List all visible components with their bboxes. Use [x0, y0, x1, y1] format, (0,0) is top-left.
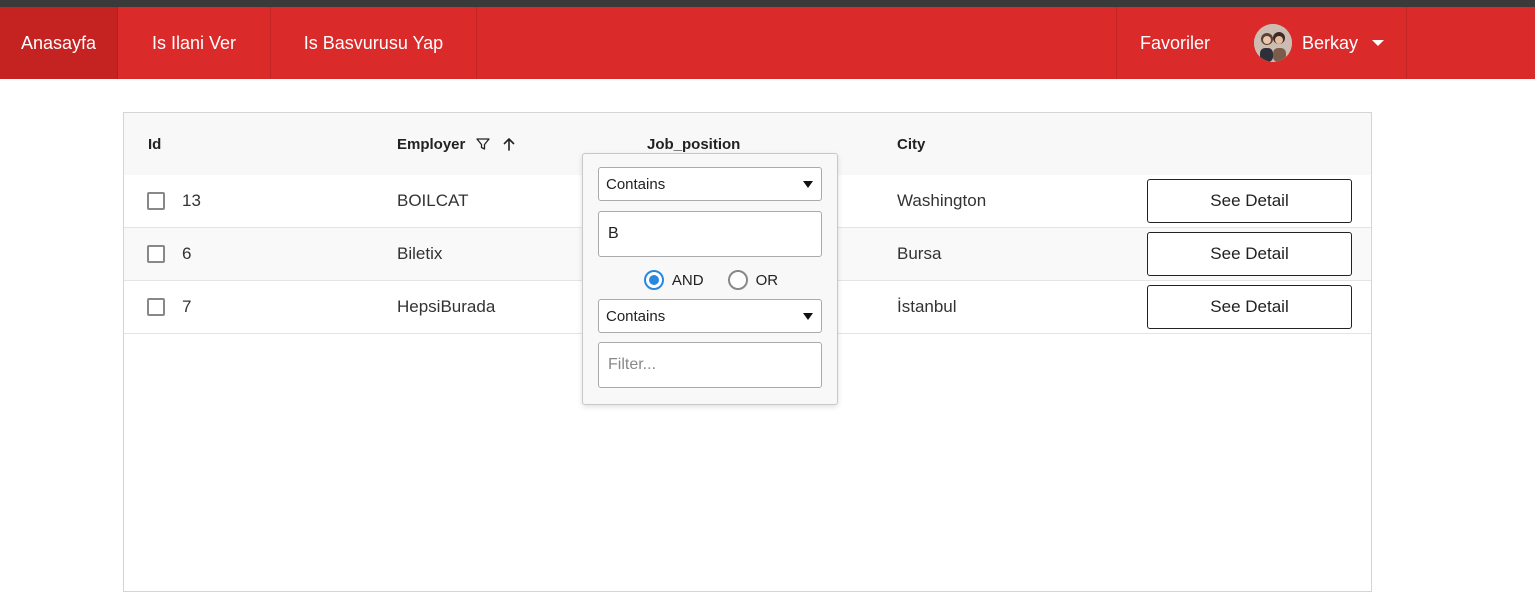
- operator-and-label: AND: [671, 271, 704, 289]
- column-header-id[interactable]: Id: [148, 113, 161, 175]
- match-mode-select-2-value: Contains: [606, 307, 666, 325]
- match-mode-select-1[interactable]: Contains: [598, 167, 822, 201]
- user-name: Berkay: [1302, 32, 1359, 53]
- cell-employer: BOILCAT: [397, 191, 469, 210]
- cell-city: Washington: [897, 191, 987, 210]
- nav-favorites[interactable]: Favoriler: [1116, 7, 1233, 79]
- see-detail-button[interactable]: See Detail: [1147, 179, 1352, 223]
- cell-city: İstanbul: [897, 297, 957, 316]
- see-detail-button[interactable]: See Detail: [1147, 285, 1352, 329]
- radio-and[interactable]: [643, 270, 664, 290]
- match-mode-select-1-value: Contains: [606, 175, 666, 193]
- column-header-employer-label: Employer: [397, 135, 466, 153]
- cell-employer: HepsiBurada: [397, 297, 496, 316]
- filter-value-input-2[interactable]: [598, 342, 822, 388]
- cell-city: Bursa: [897, 244, 942, 263]
- radio-or[interactable]: [727, 270, 748, 290]
- avatar: [1254, 24, 1292, 62]
- filter-icon[interactable]: [475, 136, 491, 152]
- dropdown-arrow-icon: [803, 313, 813, 320]
- cell-id: 7: [182, 297, 192, 316]
- column-header-city[interactable]: City: [897, 113, 925, 175]
- operator-radio-group: AND OR: [583, 266, 839, 294]
- cell-id: 13: [182, 191, 201, 210]
- operator-or-label: OR: [755, 271, 779, 289]
- top-navbar: Anasayfa Is Ilani Ver Is Basvurusu Yap F…: [0, 7, 1535, 79]
- see-detail-button[interactable]: See Detail: [1147, 232, 1352, 276]
- window-top-strip: [0, 0, 1535, 7]
- nav-apply-job[interactable]: Is Basvurusu Yap: [271, 7, 477, 79]
- cell-employer: Biletix: [397, 244, 443, 263]
- row-checkbox[interactable]: [147, 298, 165, 316]
- operator-or-option[interactable]: OR: [727, 270, 779, 290]
- cell-id: 6: [182, 244, 192, 263]
- nav-post-job[interactable]: Is Ilani Ver: [118, 7, 271, 79]
- column-filter-popup: Contains AND OR Contains: [582, 153, 838, 405]
- sort-ascending-icon[interactable]: [501, 136, 517, 152]
- row-checkbox[interactable]: [147, 192, 165, 210]
- column-header-employer[interactable]: Employer: [397, 113, 517, 175]
- operator-and-option[interactable]: AND: [643, 270, 704, 290]
- chevron-down-icon: [1372, 40, 1385, 46]
- nav-home[interactable]: Anasayfa: [0, 7, 118, 79]
- row-checkbox[interactable]: [147, 245, 165, 263]
- user-menu[interactable]: Berkay: [1233, 7, 1407, 79]
- dropdown-arrow-icon: [803, 181, 813, 188]
- filter-value-input-1[interactable]: [598, 211, 822, 257]
- match-mode-select-2[interactable]: Contains: [598, 299, 822, 333]
